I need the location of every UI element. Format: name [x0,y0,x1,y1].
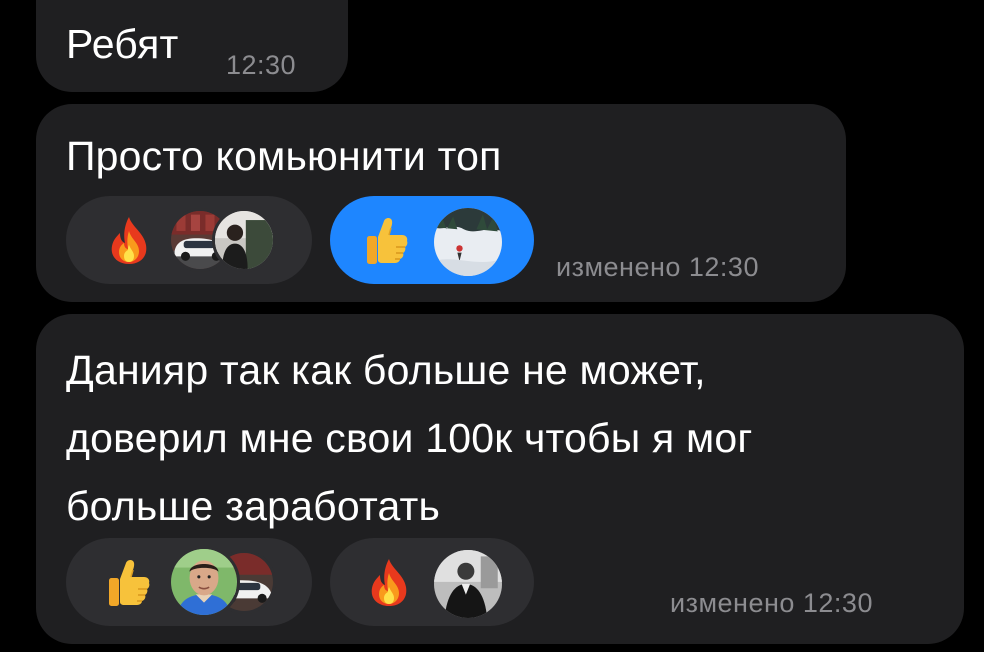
message-bubble-3[interactable]: Данияр так как больше не может, доверил … [36,314,964,644]
message-bubble-2[interactable]: Просто комьюнити топ изменено 12:30 [36,104,846,302]
message-bubble-1[interactable]: Ребят 12:30 [36,0,348,92]
message-text: Данияр так как больше не может, [66,347,706,393]
message-text: Просто комьюнити топ [66,133,502,179]
reaction-thumbs-up[interactable] [330,196,534,284]
fire-icon [366,557,412,607]
fire-icon [106,215,152,265]
avatar [434,208,502,276]
thumbs-up-icon [364,215,410,265]
message-time: изменено 12:30 [670,588,873,618]
message-time: 12:30 [226,50,297,80]
message-text: больше заработать [66,483,441,529]
avatar [212,208,276,272]
message-text: доверил мне свои 100к чтобы я мог [66,415,753,461]
thumbs-up-icon [106,557,152,607]
reaction-thumbs-up[interactable] [66,538,312,626]
avatar [434,550,502,618]
reaction-fire[interactable] [330,538,534,626]
reaction-fire[interactable] [66,196,312,284]
message-text: Ребят [66,21,179,67]
avatar [168,546,240,618]
message-time: изменено 12:30 [556,252,759,282]
